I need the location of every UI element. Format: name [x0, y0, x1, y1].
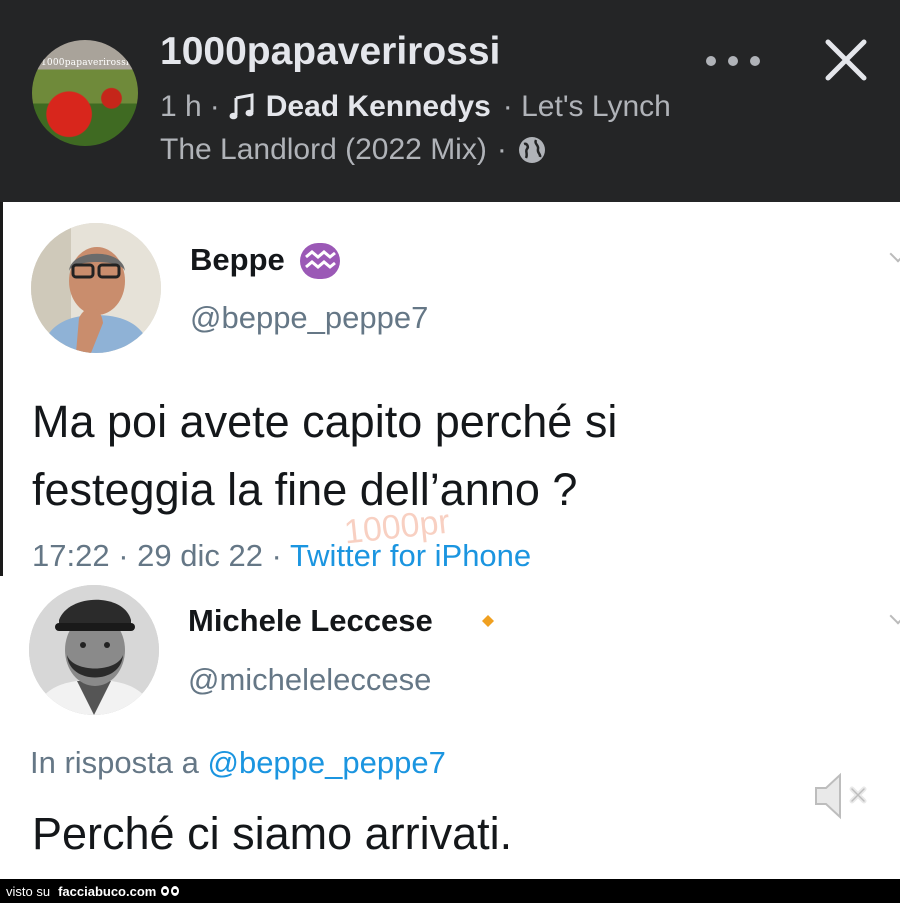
muted-speaker-icon[interactable]: [812, 770, 872, 822]
user-name[interactable]: Beppe: [190, 242, 285, 278]
avatar[interactable]: [29, 585, 159, 715]
eyes-logo-icon: [161, 886, 180, 896]
page-avatar[interactable]: 1000papaverirossi: [32, 40, 138, 146]
diamond-icon: [482, 615, 494, 627]
tweet-text-line1: Ma poi avete capito perché si: [32, 396, 618, 447]
close-icon[interactable]: [822, 36, 870, 84]
user-name[interactable]: Michele Leccese: [188, 603, 433, 639]
globe-icon: [518, 137, 545, 163]
user-handle[interactable]: @beppe_peppe7: [190, 300, 428, 336]
post-meta-line2: The Landlord (2022 Mix) ·: [160, 133, 547, 167]
footer-bar: visto su facciabuco.com: [0, 879, 900, 903]
song-title-part1[interactable]: · Let's Lynch: [503, 90, 671, 124]
more-dots-icon[interactable]: [706, 56, 760, 66]
reply-mention[interactable]: @beppe_peppe7: [207, 745, 445, 780]
reply-prefix: In risposta a: [30, 745, 208, 780]
artist-name[interactable]: Dead Kennedys: [266, 90, 491, 124]
tweet-timestamp: 17:22 · 29 dic 22 · Twitter for iPhone: [32, 538, 531, 574]
meta-separator-2: ·: [496, 133, 507, 166]
tweet-source[interactable]: Twitter for iPhone: [290, 538, 531, 573]
image-edge: [0, 202, 3, 576]
tweet-text-line2: festeggia la fine dell’anno ?: [32, 464, 578, 515]
avatar-photo: [31, 223, 161, 353]
footer-brand[interactable]: facciabuco.com: [58, 884, 156, 899]
reply-context: In risposta a @beppe_peppe7: [30, 745, 446, 781]
avatar[interactable]: [31, 223, 161, 353]
avatar-photo: [29, 585, 159, 715]
song-title-part2[interactable]: The Landlord (2022 Mix): [160, 133, 487, 167]
music-note-icon: [229, 93, 254, 120]
aquarius-icon: [300, 243, 340, 279]
page-name[interactable]: 1000papaverirossi: [160, 30, 500, 74]
post-meta-line1: 1 h · Dead Kennedys · Let's Lynch: [160, 90, 671, 124]
footer-prefix: visto su: [6, 883, 51, 899]
post-time: 1 h: [160, 90, 202, 123]
tweet-text: Perché ci siamo arrivati.: [32, 808, 513, 859]
meta-separator: ·: [209, 90, 220, 123]
user-handle[interactable]: @micheleleccese: [188, 662, 431, 698]
tweet-time: 17:22 · 29 dic 22 ·: [32, 538, 290, 573]
avatar-logo-text: 1000papaverirossi: [41, 58, 129, 68]
